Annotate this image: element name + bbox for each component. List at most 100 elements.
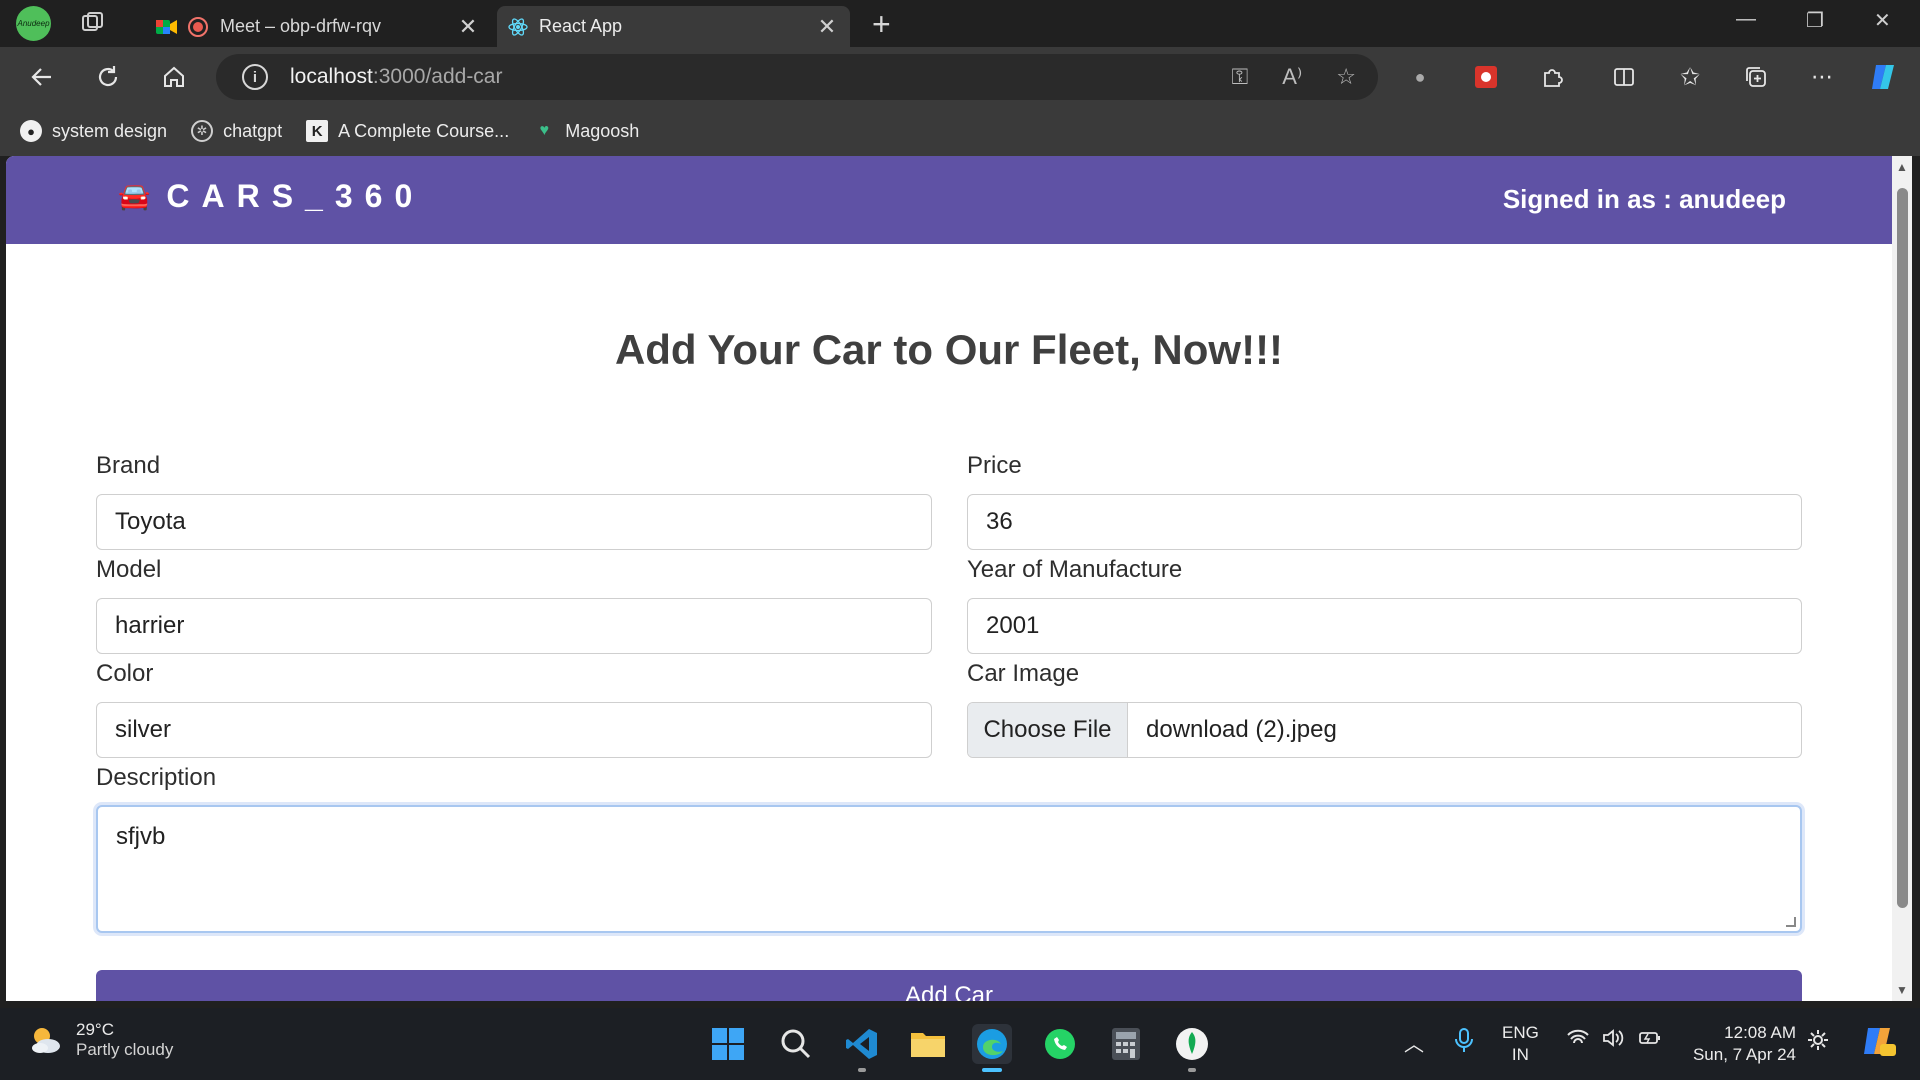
year-input[interactable]: 2001	[967, 598, 1802, 654]
url-path: :3000/add-car	[372, 65, 503, 88]
clock-date: Sun, 7 Apr 24	[1692, 1045, 1796, 1064]
brand[interactable]: 🚘 CARS_360	[118, 178, 424, 215]
show-hidden-icons[interactable]: ︿	[1404, 1028, 1424, 1057]
bookmark-label: Magoosh	[565, 120, 640, 141]
notification-settings-icon[interactable]	[1806, 1028, 1830, 1058]
collections-icon[interactable]	[1740, 61, 1772, 93]
back-icon[interactable]	[26, 61, 58, 93]
new-tab-button[interactable]: +	[872, 6, 891, 43]
workspaces-icon[interactable]	[80, 10, 106, 36]
signed-in-text: Signed in as : anudeep	[1502, 184, 1786, 214]
bookmark-label: system design	[52, 120, 168, 141]
github-icon: ●	[20, 120, 42, 142]
add-car-button[interactable]: Add Car	[96, 970, 1802, 1001]
language-indicator[interactable]: ENG IN	[1502, 1022, 1539, 1066]
refresh-icon[interactable]	[92, 61, 124, 93]
key-icon[interactable]: ⚿	[1231, 64, 1248, 90]
scroll-up-icon[interactable]: ▲	[1896, 160, 1908, 174]
site-info-icon[interactable]: i	[242, 64, 268, 90]
page-title: Add Your Car to Our Fleet, Now!!!	[614, 326, 1284, 373]
price-input[interactable]: 36	[967, 494, 1802, 550]
favorite-star-icon[interactable]: ☆	[1336, 64, 1356, 90]
react-icon	[507, 16, 529, 38]
tab-close-button[interactable]: ✕	[453, 14, 483, 40]
split-screen-icon[interactable]	[1608, 61, 1640, 93]
car-image-file-input[interactable]: Choose File download (2).jpeg	[967, 702, 1802, 758]
microphone-icon[interactable]	[1454, 1028, 1474, 1060]
description-label: Description	[96, 764, 217, 791]
description-textarea[interactable]: sfjvb	[96, 805, 1802, 933]
extension-red-icon[interactable]	[1470, 61, 1502, 93]
year-label: Year of Manufacture	[967, 556, 1183, 583]
profile-avatar[interactable]: Anudeep	[16, 6, 51, 41]
description-text: sfjvb	[116, 823, 166, 850]
car-icon: 🚘	[118, 181, 151, 211]
color-label: Color	[96, 660, 154, 687]
page-viewport: 🚘 CARS_360 Signed in as : anudeep Add Yo…	[6, 156, 1892, 1001]
wifi-icon[interactable]	[1566, 1028, 1590, 1054]
brand-label: Brand	[96, 452, 161, 479]
extension-icon[interactable]: ●	[1404, 61, 1436, 93]
scrollbar-thumb[interactable]	[1897, 188, 1908, 908]
tab-react-app[interactable]: React App ✕	[497, 6, 850, 47]
color-input[interactable]: silver	[96, 702, 932, 758]
tab-bar: Anudeep Meet – obp-drfw-rqv ✕ React App …	[0, 0, 1920, 47]
home-icon[interactable]	[158, 61, 190, 93]
extensions-puzzle-icon[interactable]	[1536, 61, 1568, 93]
start-icon[interactable]	[708, 1024, 748, 1064]
magoosh-icon: ♥	[539, 122, 549, 139]
weather-condition: Partly cloudy	[76, 1040, 174, 1059]
mongodb-icon[interactable]	[1172, 1024, 1212, 1072]
address-bar[interactable]: i localhost:3000/add-car ⚿ A⁾ ☆	[216, 54, 1378, 100]
scroll-down-icon[interactable]: ▼	[1896, 983, 1908, 997]
volume-icon[interactable]	[1602, 1028, 1626, 1054]
bookmark-magoosh[interactable]: ♥ Magoosh	[533, 120, 639, 142]
clock[interactable]: 12:08 AM Sun, 7 Apr 24	[1682, 1022, 1796, 1066]
taskbar: 29°C Partly cloudy ︿ ENG IN 12:08 AM Sun…	[0, 1008, 1920, 1080]
tab-close-button[interactable]: ✕	[812, 14, 842, 40]
url-host: localhost	[290, 65, 373, 88]
search-icon[interactable]	[776, 1024, 816, 1064]
weather-widget[interactable]: 29°C Partly cloudy	[26, 1020, 173, 1060]
bookmark-system-design[interactable]: ● system design	[20, 120, 167, 142]
bookmarks-bar: ● system design ✲ chatgpt K A Complete C…	[0, 106, 1920, 156]
price-label: Price	[967, 452, 1022, 479]
k-icon: K	[306, 120, 329, 142]
edge-icon[interactable]	[972, 1024, 1012, 1072]
chatgpt-icon: ✲	[191, 120, 214, 142]
battery-icon[interactable]	[1638, 1028, 1662, 1054]
selected-file-name: download (2).jpeg	[1146, 716, 1337, 743]
brand-name: CARS_360	[166, 178, 425, 214]
copilot-taskbar-icon[interactable]	[1862, 1024, 1898, 1064]
weather-temp: 29°C	[76, 1020, 114, 1039]
more-menu-icon[interactable]: ⋯	[1806, 61, 1838, 93]
vscode-icon[interactable]	[842, 1024, 882, 1072]
whatsapp-icon[interactable]	[1040, 1024, 1080, 1064]
model-label: Model	[96, 556, 162, 583]
bookmark-chatgpt[interactable]: ✲ chatgpt	[191, 120, 282, 142]
model-input[interactable]: harrier	[96, 598, 932, 654]
bookmark-complete-course[interactable]: K A Complete Course...	[306, 120, 509, 142]
close-window-icon[interactable]: ✕	[1874, 8, 1891, 33]
choose-file-button[interactable]: Choose File	[968, 703, 1128, 757]
page-scrollbar[interactable]: ▲ ▼	[1892, 156, 1912, 1001]
car-image-label: Car Image	[967, 660, 1080, 687]
active-indicator	[982, 1068, 1002, 1072]
tab-title: Meet – obp-drfw-rqv	[220, 16, 382, 36]
bookmark-label: chatgpt	[223, 120, 283, 141]
brand-input[interactable]: Toyota	[96, 494, 932, 550]
recording-icon	[188, 16, 208, 37]
copilot-icon[interactable]	[1868, 61, 1900, 93]
resize-grip-icon[interactable]	[1786, 917, 1796, 927]
google-meet-icon	[156, 16, 178, 38]
tab-meet[interactable]: Meet – obp-drfw-rqv ✕	[146, 6, 491, 47]
clock-time: 12:08 AM	[1724, 1023, 1796, 1042]
tab-title: React App	[539, 16, 623, 36]
minimize-icon[interactable]: —	[1736, 8, 1756, 31]
calculator-icon[interactable]	[1106, 1024, 1146, 1064]
running-indicator	[1188, 1068, 1196, 1072]
read-aloud-icon[interactable]: A⁾	[1282, 64, 1302, 90]
favorites-icon[interactable]: ✩	[1674, 61, 1706, 93]
file-explorer-icon[interactable]	[908, 1024, 948, 1064]
restore-icon[interactable]: ❐	[1806, 8, 1824, 33]
